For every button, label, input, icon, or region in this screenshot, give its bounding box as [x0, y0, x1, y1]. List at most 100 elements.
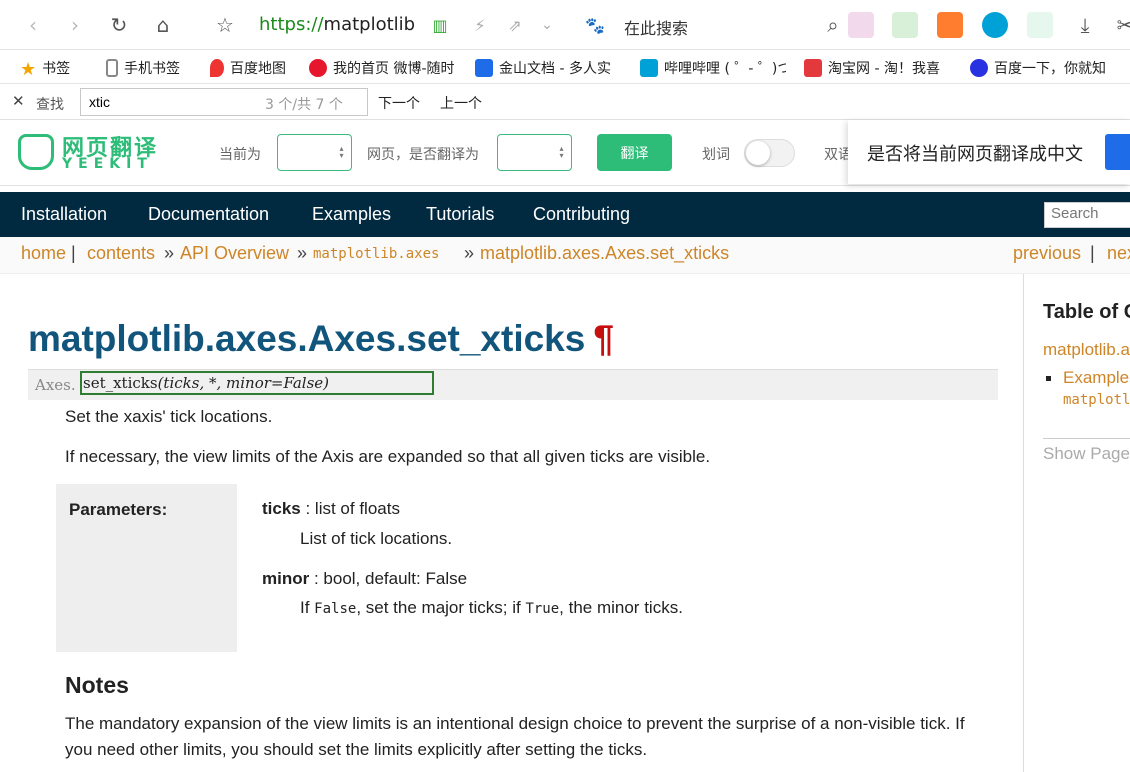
yeekit-extension-icon[interactable] — [1027, 12, 1053, 38]
nav-installation[interactable]: Installation — [21, 204, 107, 225]
divider — [1043, 438, 1130, 439]
map-pin-icon — [210, 59, 224, 77]
translate-confirm-button[interactable] — [1105, 134, 1130, 170]
reader-icon[interactable]: ▥ — [425, 10, 455, 40]
word-select-toggle[interactable] — [744, 139, 795, 167]
search-box[interactable]: 在此搜索 — [624, 15, 688, 39]
parameters-label: Parameters: — [69, 500, 168, 519]
bookmark-item[interactable]: 我的首页 微博-随时 — [309, 58, 459, 78]
yeekit-logo-icon — [18, 134, 54, 170]
crumb-separator: | — [71, 243, 76, 263]
crumb-separator: | — [1090, 243, 1095, 263]
toc-link-examples-code[interactable]: matplotlib.axes.Axes.set_xticks — [1063, 392, 1130, 408]
bookmark-item[interactable]: 手机书签 — [106, 58, 180, 78]
bookmark-item[interactable]: 淘宝网 - 淘！我喜 — [804, 58, 950, 78]
nav-contributing[interactable]: Contributing — [533, 204, 630, 225]
translate-prompt-text: 是否将当前网页翻译成中文 — [867, 144, 1083, 165]
function-signature: Axes. set_xticks(ticks, *, minor=False) — [28, 369, 998, 400]
extension-cloud-icon[interactable] — [982, 12, 1008, 38]
previous-link[interactable]: previous — [1013, 243, 1081, 264]
signature-class: Axes. — [35, 376, 76, 394]
translate-prompt-popup: 是否将当前网页翻译成中文 — [848, 120, 1130, 184]
description-text: If necessary, the view limits of the Axi… — [65, 447, 711, 466]
target-language-select[interactable] — [497, 134, 572, 171]
crumb-home[interactable]: home — [21, 243, 66, 264]
nav-tutorials[interactable]: Tutorials — [426, 204, 494, 225]
toc-link-examples[interactable]: Examples using — [1063, 368, 1130, 388]
toc-bullet — [1046, 376, 1051, 381]
notes-text-line-1: The mandatory expansion of the view limi… — [65, 714, 965, 733]
close-icon[interactable]: ✕ — [12, 92, 25, 110]
signature-highlight: set_xticks(ticks, *, minor=False) — [80, 371, 434, 395]
baidu-engine-icon[interactable]: 🐾 — [580, 10, 610, 40]
phone-icon — [106, 59, 118, 77]
main-content: matplotlib.axes.Axes.set_xticks ¶ Axes. s… — [0, 274, 1023, 772]
toc-title: Table of Contents — [1043, 301, 1130, 323]
show-page-source-link[interactable]: Show Page Source — [1043, 444, 1130, 464]
next-link[interactable]: next — [1107, 243, 1130, 264]
scissors-icon[interactable]: ✂ — [1110, 10, 1130, 40]
find-next-button[interactable]: 下一个 — [378, 93, 420, 113]
crumb-contents[interactable]: contents — [87, 243, 155, 264]
crumb-module[interactable]: matplotlib.axes — [313, 246, 439, 262]
taobao-icon — [804, 59, 822, 77]
forward-icon[interactable]: › — [60, 10, 90, 40]
crumb-current[interactable]: matplotlib.axes.Axes.set_xticks — [480, 243, 729, 264]
extension-download-icon[interactable] — [848, 12, 874, 38]
bookmark-item[interactable]: ★ 书签 — [20, 58, 70, 80]
star-icon[interactable]: ☆ — [210, 10, 240, 40]
breadcrumb: home | contents » API Overview » matplot… — [0, 237, 1130, 274]
translate-button[interactable]: 翻译 — [597, 134, 672, 171]
find-label: 查找 — [36, 97, 64, 113]
crumb-api-overview[interactable]: API Overview — [180, 243, 289, 264]
weibo-icon — [309, 59, 327, 77]
wps-icon — [475, 59, 493, 77]
bookmark-item[interactable]: 金山文档 - 多人实 — [475, 58, 619, 78]
param-ticks: ticks : list of floats — [262, 499, 400, 518]
star-icon: ★ — [20, 59, 37, 80]
back-icon[interactable]: ‹ — [18, 10, 48, 40]
summary-text: Set the xaxis' tick locations. — [65, 407, 273, 426]
nav-documentation[interactable]: Documentation — [148, 204, 269, 225]
page-title: matplotlib.axes.Axes.set_xticks ¶ — [28, 318, 614, 359]
reload-icon[interactable]: ↻ — [104, 10, 134, 40]
site-search-input[interactable]: Search — [1044, 202, 1130, 228]
permalink-icon[interactable]: ¶ — [593, 318, 614, 359]
game-icon[interactable] — [937, 12, 963, 38]
crumb-separator: » — [297, 243, 308, 263]
notes-heading: Notes — [65, 672, 129, 698]
home-icon[interactable]: ⌂ — [148, 10, 178, 40]
toc-link-main[interactable]: matplotlib.axes.Axes.set_xticks — [1043, 340, 1130, 360]
find-prev-button[interactable]: 上一个 — [440, 93, 482, 113]
bilingual-label: 双语 — [824, 147, 848, 163]
site-nav: Installation Documentation Examples Tuto… — [0, 192, 1130, 237]
flash-icon[interactable]: ⚡ — [465, 10, 495, 40]
bookmark-item[interactable]: 哔哩哔哩 ( ゜- ゜)つ — [640, 58, 786, 78]
crumb-separator: » — [464, 243, 475, 263]
bilibili-icon — [640, 59, 658, 77]
parameters-label-cell: Parameters: — [56, 484, 237, 652]
chevron-down-icon[interactable]: ⌄ — [532, 10, 562, 40]
baidu-icon — [970, 59, 988, 77]
signature-name: set_xticks — [83, 374, 158, 392]
crumb-separator: » — [164, 243, 175, 263]
search-icon[interactable]: ⌕ — [818, 10, 848, 40]
bookmark-item[interactable]: 百度地图 — [210, 58, 286, 78]
target-language-label: 网页，是否翻译为 — [367, 147, 479, 163]
nav-examples[interactable]: Examples — [312, 204, 391, 225]
sidebar-toc: Table of Contents matplotlib.axes.Axes.s… — [1023, 274, 1130, 772]
param-minor: minor : bool, default: False — [262, 569, 468, 588]
notes-text-line-2: you need other limits, you should set th… — [65, 740, 648, 759]
find-bar: ✕ 查找 3 个/共 7 个 下一个 上一个 — [0, 84, 1130, 120]
yeekit-logo-en: YEEKIT — [62, 156, 153, 172]
signature-args: (ticks, *, minor=False) — [157, 374, 330, 392]
source-language-select[interactable] — [277, 134, 352, 171]
extension-green-arrow-icon[interactable] — [892, 12, 918, 38]
bookmark-item[interactable]: 百度一下，你就知 — [970, 58, 1130, 78]
download-icon[interactable]: ⤓ — [1070, 10, 1100, 40]
share-icon[interactable]: ⇗ — [500, 10, 530, 40]
find-count: 3 个/共 7 个 — [265, 97, 343, 113]
current-language-label: 当前为 — [219, 147, 261, 163]
bookmarks-bar: ★ 书签 手机书签 百度地图 我的首页 微博-随时 金山文档 - 多人实 哔哩哔哩… — [0, 50, 1130, 84]
address-bar[interactable]: https://matplotlib — [259, 14, 415, 35]
